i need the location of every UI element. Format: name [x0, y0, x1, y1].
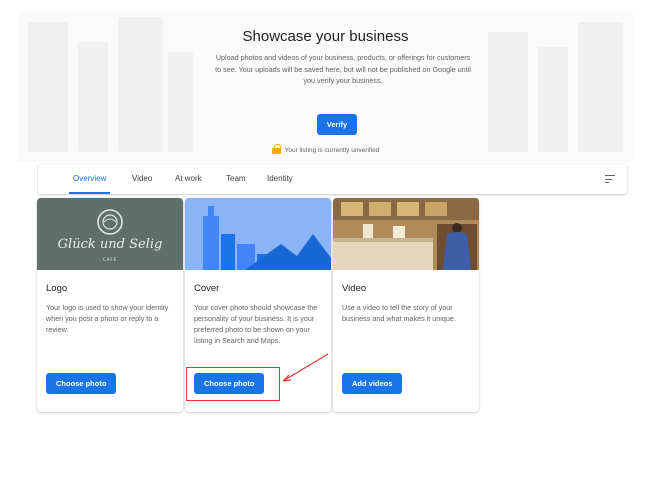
- tab-at-work[interactable]: At work: [175, 164, 202, 194]
- tab-overview[interactable]: Overview: [68, 164, 111, 194]
- card-title-logo: Logo: [46, 283, 68, 294]
- tab-team[interactable]: Team: [226, 164, 246, 194]
- card-title-cover: Cover: [194, 283, 220, 294]
- lock-icon: [271, 144, 281, 154]
- annotation-highlight-box: [186, 367, 280, 401]
- status-text: Your listing is currently unverified: [284, 147, 380, 154]
- logo-card: Glück und Selig CAFE Logo Your logo is u…: [37, 198, 183, 412]
- sort-icon[interactable]: [605, 175, 615, 184]
- card-description-video: Use a video to tell the story of your bu…: [342, 303, 456, 323]
- logo-subtext: CAFE: [103, 257, 117, 262]
- hero-description: Upload photos and videos of your busines…: [215, 53, 471, 85]
- add-videos-button[interactable]: Add videos: [342, 373, 403, 394]
- hero-title: Showcase your business: [242, 28, 409, 45]
- logo-script-text: Glück und Selig: [58, 237, 163, 252]
- card-description-logo: Your logo is used to show your identity …: [46, 303, 169, 334]
- card-description-cover: Your cover photo should showcase the per…: [194, 303, 318, 345]
- video-card: Video Use a video to tell the story of y…: [333, 198, 479, 412]
- logo-image: Glück und Selig CAFE: [37, 198, 183, 270]
- card-title-video: Video: [342, 283, 367, 294]
- media-tabs: Overview Video At work Team Identity: [38, 164, 627, 194]
- hero-banner: Showcase your business Upload photos and…: [18, 12, 633, 162]
- choose-logo-button[interactable]: Choose photo: [46, 373, 117, 394]
- tab-identity[interactable]: Identity: [267, 164, 293, 194]
- verify-button[interactable]: Verify: [317, 114, 357, 135]
- verification-status: Your listing is currently unverified: [18, 144, 633, 154]
- cover-image: [185, 198, 331, 270]
- tab-video[interactable]: Video: [132, 164, 152, 194]
- video-thumbnail: [333, 198, 479, 270]
